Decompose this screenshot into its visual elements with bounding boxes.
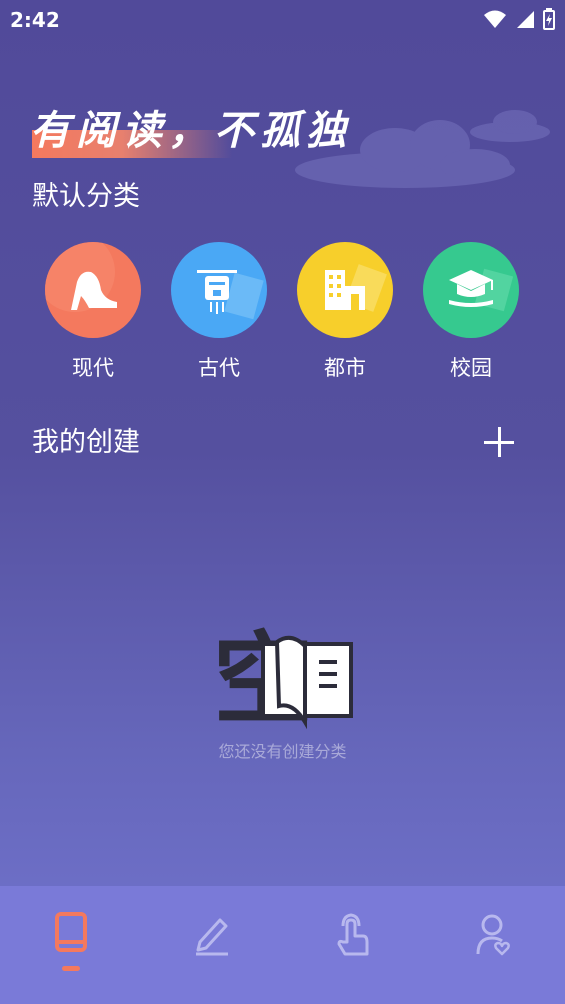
tab-write[interactable] — [141, 886, 282, 1004]
tab-discover[interactable] — [282, 886, 423, 1004]
category-list: 现代 古代 都市 校园 — [0, 242, 565, 392]
category-modern[interactable]: 现代 — [30, 242, 156, 382]
category-urban[interactable]: 都市 — [282, 242, 408, 382]
pencil-icon — [195, 918, 228, 956]
tab-bookshelf[interactable] — [0, 886, 141, 1004]
user-heart-icon — [476, 914, 510, 956]
open-book-icon: 空 — [213, 621, 353, 730]
status-icons — [483, 8, 555, 30]
bookshelf-icon — [54, 912, 87, 952]
empty-message: 您还没有创建分类 — [218, 742, 347, 761]
tab-profile[interactable] — [423, 886, 564, 1004]
ancient-scroll-icon — [171, 242, 267, 338]
bottom-tab-bar — [0, 886, 565, 1004]
category-label: 古代 — [198, 356, 240, 380]
my-categories-title: 我的创建 — [32, 427, 140, 458]
wifi-icon — [484, 10, 506, 28]
category-label: 都市 — [324, 356, 366, 380]
city-building-icon — [297, 242, 393, 338]
header-banner: 有阅读，不孤独 — [0, 40, 565, 188]
category-ancient[interactable]: 古代 — [156, 242, 282, 382]
cloud-icon — [295, 110, 550, 188]
default-categories-title: 默认分类 — [32, 181, 140, 212]
active-tab-indicator — [61, 966, 80, 971]
graduation-cap-icon — [423, 242, 519, 338]
status-time: 2:42 — [10, 8, 60, 32]
signal-icon — [517, 11, 534, 28]
high-heel-icon — [45, 242, 141, 338]
status-bar: 2:42 — [0, 0, 565, 38]
plus-icon[interactable] — [480, 422, 520, 462]
category-label: 现代 — [72, 356, 114, 380]
battery-icon — [543, 8, 555, 30]
tap-hand-icon — [337, 913, 368, 956]
category-label: 校园 — [450, 356, 492, 380]
category-campus[interactable]: 校园 — [408, 242, 534, 382]
